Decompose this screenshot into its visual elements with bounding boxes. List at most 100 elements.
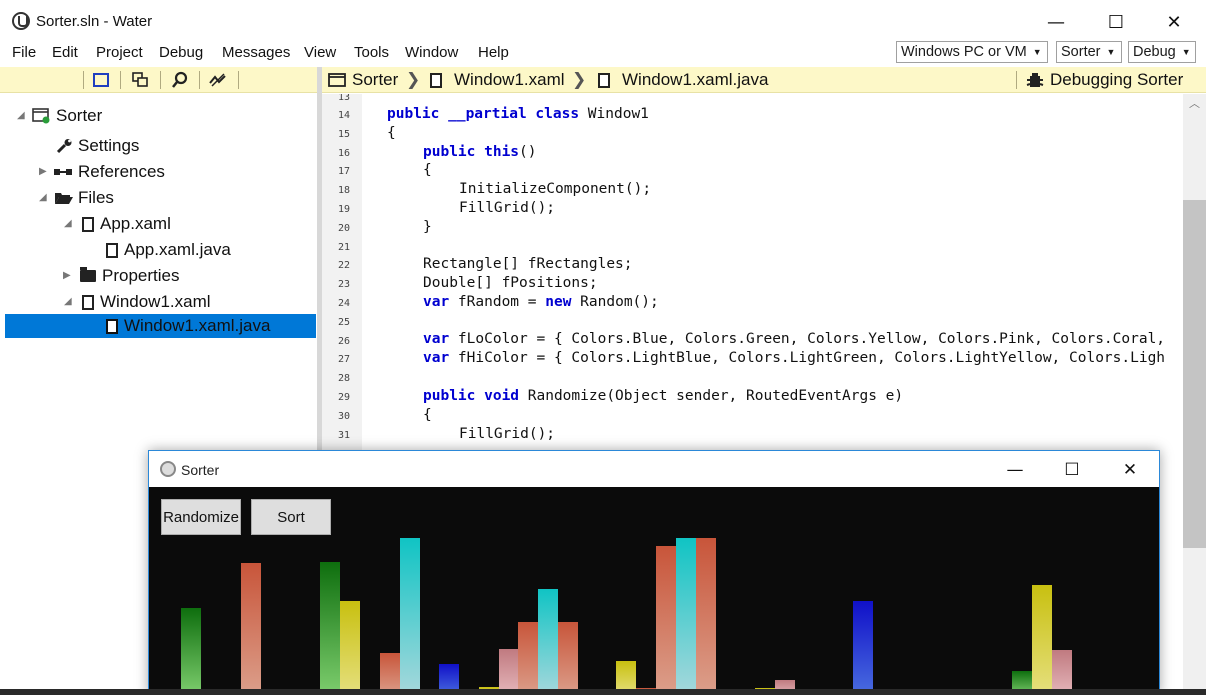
target-combo[interactable]: Windows PC or VM ▼ [896,41,1048,63]
menu-help[interactable]: Help [478,44,509,61]
toolbar-separator [1016,71,1017,89]
expanded-triangle-icon[interactable]: ◢ [39,192,47,203]
code-text: Random(); [571,294,659,310]
tree-item-label: Sorter [56,106,103,125]
sorter-canvas: Randomize Sort [149,487,1159,694]
menu-messages[interactable]: Messages [222,44,290,61]
chevron-right-icon: ❯ [406,70,421,89]
line-number: 25 [337,317,350,328]
expanded-triangle-icon[interactable]: ◢ [17,110,25,121]
expanded-triangle-icon[interactable]: ◢ [64,218,72,229]
sorter-bar [656,546,676,694]
line-number: 15 [337,129,350,140]
toolbar-separator [199,71,200,89]
line-number: 23 [337,279,350,290]
sort-button[interactable]: Sort [251,499,331,535]
code-text: Rectangle[] fRectangles; [423,256,633,272]
collapsed-triangle-icon[interactable]: ▶ [63,270,71,281]
line-number: 31 [337,430,350,441]
sorter-bar [518,622,538,694]
line-number: 29 [337,392,350,403]
sorter-minimize-button[interactable]: — [992,455,1038,485]
sorter-close-button[interactable]: ✕ [1107,455,1153,485]
tree-item-app-xaml-java[interactable]: App.xaml.java [106,238,231,262]
code-text: fLoColor = { Colors.Blue, Colors.Green, … [449,331,1166,347]
randomize-button[interactable]: Randomize [161,499,241,535]
code-text: FillGrid(); [459,426,556,442]
line-number: 27 [337,354,350,365]
chevron-right-icon: ❯ [572,70,587,89]
tree-item-app-xaml[interactable]: App.xaml [82,212,171,236]
sorter-bar [696,538,716,694]
crumb-xaml[interactable]: Window1.xaml [430,70,565,90]
tree-item-references[interactable]: References [54,160,165,184]
tree-item-settings[interactable]: Settings [56,134,139,158]
menu-project[interactable]: Project [96,44,143,61]
menu-debug[interactable]: Debug [159,44,203,61]
line-number: 19 [337,204,350,215]
solution-toolbar [0,67,317,93]
windows-icon[interactable] [131,71,149,89]
menu-edit[interactable]: Edit [52,44,78,61]
tree-item-label: App.xaml.java [124,240,231,259]
project-icon [32,108,50,124]
code-text: fRandom = [449,294,546,310]
collapsed-triangle-icon[interactable]: ▶ [39,166,47,177]
tree-item-label: Properties [102,266,180,285]
line-number: 30 [337,411,350,422]
code-text: { [423,407,432,423]
code-text: { [423,162,432,178]
code-keyword: var [423,350,450,366]
code-text: Double[] fPositions; [423,275,598,291]
menu-tools[interactable]: Tools [354,44,389,61]
tree-item-label: App.xaml [100,214,171,233]
line-number: 22 [337,260,350,271]
line-number: 24 [337,298,350,309]
code-line: var fLoColor = { Colors.Blue, Colors.Gre… [423,331,1165,347]
tree-item-label: Files [78,188,114,207]
tree-item-properties[interactable]: Properties [80,264,179,288]
crumb-java[interactable]: Window1.xaml.java [598,70,768,90]
search-icon[interactable] [171,71,189,89]
code-line: var fHiColor = { Colors.LightBlue, Color… [423,350,1165,366]
debug-status-label: Debugging Sorter [1050,70,1184,89]
code-line: } [423,219,432,235]
crumb-project-label: Sorter [352,70,399,89]
code-line: { [423,162,432,178]
code-text: InitializeComponent(); [459,181,652,197]
window-icon[interactable] [92,71,110,89]
code-line: public __partial class Window1 [387,106,649,122]
menu-view[interactable]: View [304,44,336,61]
maximize-button[interactable]: ☐ [1093,6,1139,38]
code-line: Double[] fPositions; [423,275,598,291]
window-icon [328,73,346,87]
editor-scrollbar-thumb[interactable] [1183,200,1206,548]
menu-window[interactable]: Window [405,44,458,61]
scroll-up-icon[interactable]: ︿ [1183,95,1206,113]
tree-item-files[interactable]: Files [54,186,114,210]
project-combo[interactable]: Sorter ▼ [1056,41,1122,63]
toolbar-separator [83,71,84,89]
config-combo[interactable]: Debug ▼ [1128,41,1196,63]
chevron-down-icon: ▼ [1106,47,1116,57]
expanded-triangle-icon[interactable]: ◢ [64,296,72,307]
sorter-bar [853,601,873,694]
collapse-icon[interactable] [209,71,227,89]
tree-item-label: Settings [78,136,140,155]
minimize-button[interactable]: — [1033,6,1079,38]
close-button[interactable]: ✕ [1151,6,1197,38]
tree-item-window1-xaml-java[interactable]: Window1.xaml.java [5,314,316,338]
sorter-bar [400,538,420,694]
line-number: 16 [337,148,350,159]
code-text: FillGrid(); [459,200,556,216]
toolbar-separator [238,71,239,89]
menu-file[interactable]: File [12,44,36,61]
tree-item-window1-xaml[interactable]: Window1.xaml [82,290,211,314]
sorter-window: Sorter — ☐ ✕ Randomize Sort [148,450,1160,695]
code-keyword: new [545,294,572,310]
crumb-project[interactable]: Sorter [328,70,398,90]
sorter-maximize-button[interactable]: ☐ [1049,455,1095,485]
sorter-bar [340,601,360,694]
tree-item-sorter[interactable]: Sorter [32,104,102,128]
config-combo-label: Debug [1133,44,1176,60]
